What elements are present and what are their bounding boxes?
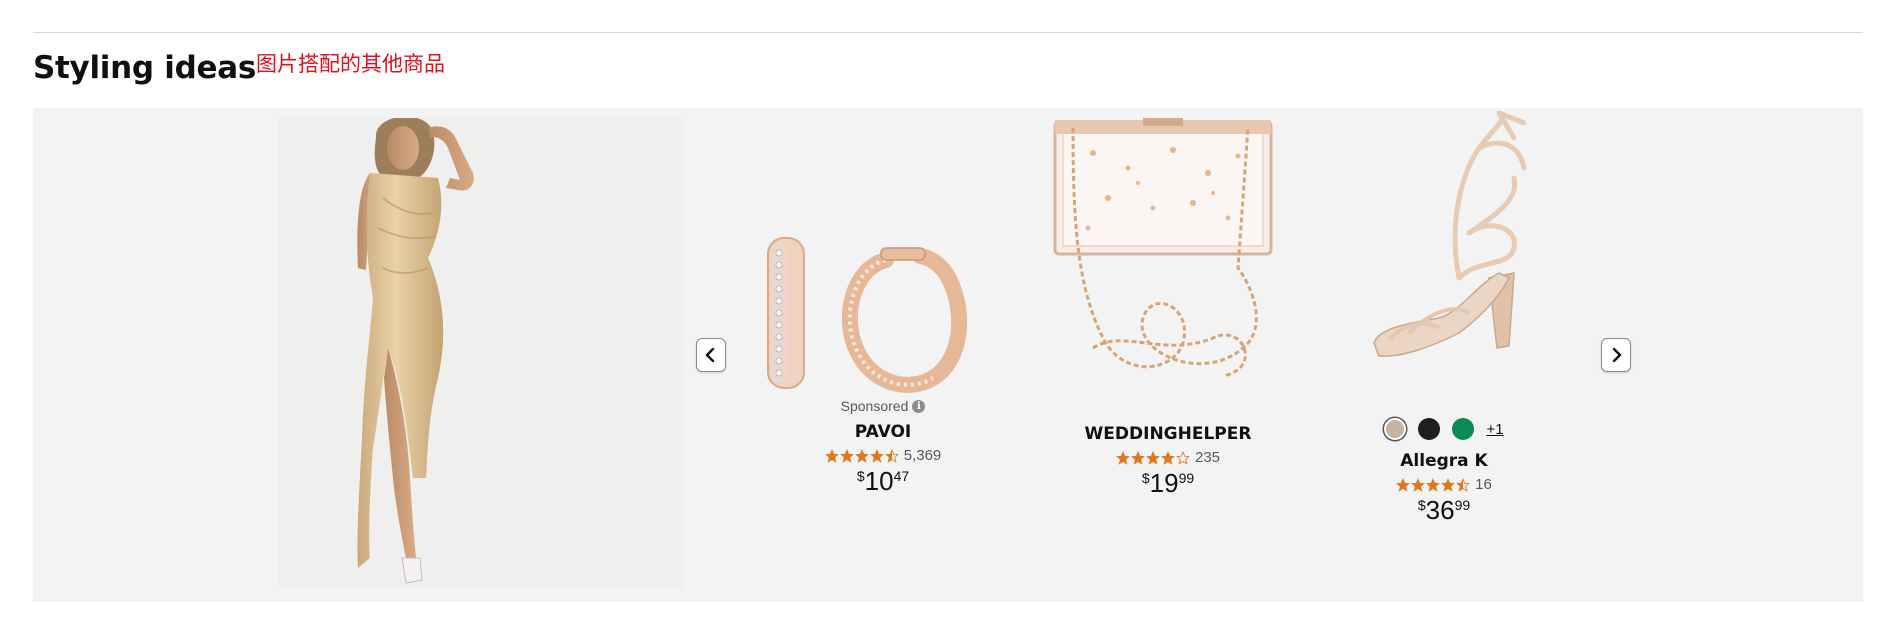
price-fraction: 99: [1454, 497, 1471, 513]
sponsored-text: Sponsored: [840, 398, 909, 414]
rating-row[interactable]: 235: [1033, 449, 1303, 466]
product-price: $1047: [748, 467, 1018, 495]
color-swatch-black[interactable]: [1418, 418, 1441, 440]
price-whole: 10: [864, 466, 894, 496]
heeled-sandal-photo-icon: [1309, 108, 1579, 388]
chevron-right-icon: [1612, 348, 1622, 362]
price-fraction: 47: [893, 468, 910, 484]
rating-row[interactable]: 5,369: [748, 447, 1018, 464]
rating-count: 16: [1475, 476, 1492, 493]
star-rating-icon: [824, 448, 899, 463]
star-rating-icon: [1396, 477, 1471, 492]
product-brand[interactable]: WEDDINGHELPER: [1033, 424, 1303, 444]
rating-count: 235: [1194, 449, 1221, 466]
price-whole: 19: [1149, 468, 1179, 498]
section-title: Styling ideas: [33, 50, 256, 86]
rating-row[interactable]: 16: [1309, 476, 1579, 493]
product-brand[interactable]: PAVOI: [748, 422, 1018, 442]
top-divider: [33, 32, 1863, 33]
product-image[interactable]: [1033, 108, 1303, 393]
product-price: $3699: [1309, 496, 1579, 524]
color-swatch-taupe[interactable]: [1384, 418, 1407, 440]
more-colors-link[interactable]: +1: [1486, 421, 1503, 438]
product-brand[interactable]: Allegra K: [1309, 451, 1579, 471]
styling-panel: Sponsored i PAVOI 5,369 $1047 WEDDINGHEL…: [33, 108, 1863, 602]
chevron-left-icon: [705, 348, 715, 362]
product-image[interactable]: [748, 108, 1018, 408]
carousel-next-button[interactable]: [1601, 338, 1631, 372]
price-currency: $: [856, 468, 865, 484]
hero-dress-image[interactable]: [278, 118, 683, 588]
price-currency: $: [1141, 470, 1150, 486]
price-fraction: 99: [1178, 470, 1195, 486]
dress-photo-icon: [357, 118, 474, 584]
carousel-prev-button[interactable]: [696, 338, 726, 372]
price-currency: $: [1417, 497, 1426, 513]
color-swatches: +1: [1309, 418, 1579, 440]
color-swatch-green[interactable]: [1452, 418, 1475, 440]
product-image[interactable]: [1309, 108, 1579, 388]
sponsored-label[interactable]: Sponsored i: [748, 398, 1018, 414]
price-whole: 36: [1425, 495, 1455, 525]
rating-count: 5,369: [903, 447, 942, 464]
info-icon[interactable]: i: [912, 399, 926, 413]
clutch-bag-photo-icon: [1033, 108, 1303, 393]
annotation-text: 图片搭配的其他商品: [256, 52, 445, 76]
hoop-earrings-photo-icon: [748, 108, 1018, 408]
star-rating-icon: [1116, 450, 1190, 465]
product-price: $1999: [1033, 469, 1303, 497]
